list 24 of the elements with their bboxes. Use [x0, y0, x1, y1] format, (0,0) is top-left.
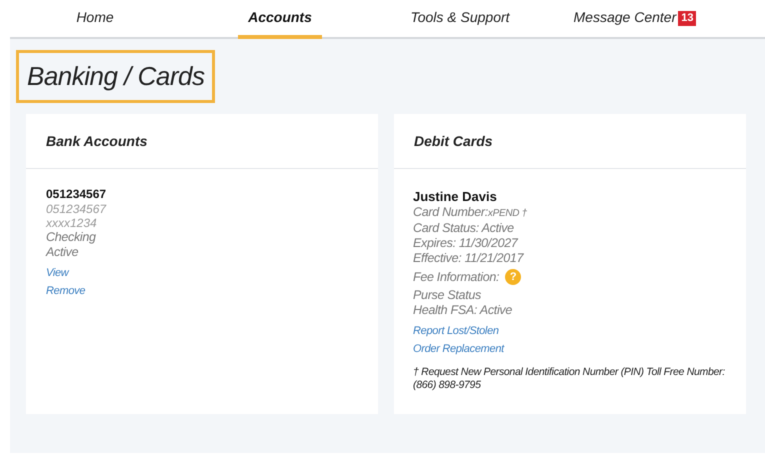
- nav-tab[interactable]: Home: [66, 0, 124, 39]
- account-link[interactable]: View: [46, 264, 68, 282]
- card-number: Card Number:xPEND †: [413, 205, 528, 221]
- nav-tab[interactable]: Tools & Support: [400, 0, 520, 39]
- card-link[interactable]: Order Replacement: [413, 340, 504, 358]
- page-title: Banking / Cards: [27, 60, 204, 93]
- card-title: Debit Cards: [414, 132, 493, 150]
- account-detail: xxxx1234: [46, 216, 98, 230]
- card-info: Card Status: Active: [413, 221, 515, 236]
- account-number: 051234567: [46, 187, 108, 202]
- account-detail: 051234567: [46, 202, 108, 216]
- card-info: Expires: 11/30/2027: [413, 236, 520, 251]
- count-badge: 13: [678, 11, 696, 26]
- card-info: Effective: 11/21/2017: [413, 251, 525, 266]
- purse-info: Health FSA: Active: [413, 303, 514, 318]
- purse-info: Purse Status: [413, 288, 482, 303]
- account-info: Checking: [46, 230, 97, 245]
- cardholder-name: Justine Davis: [413, 189, 498, 205]
- fee-label: Fee Information:: [413, 270, 500, 284]
- pin-footnote: † Request New Personal Identification Number (PIN) Toll Free Number: (866) 898-9795: [413, 366, 726, 392]
- card-link[interactable]: Report Lost/Stolen: [413, 322, 499, 340]
- account-link[interactable]: Remove: [46, 282, 86, 300]
- card-title: Bank Accounts: [46, 132, 148, 150]
- account-info: Active: [46, 245, 80, 260]
